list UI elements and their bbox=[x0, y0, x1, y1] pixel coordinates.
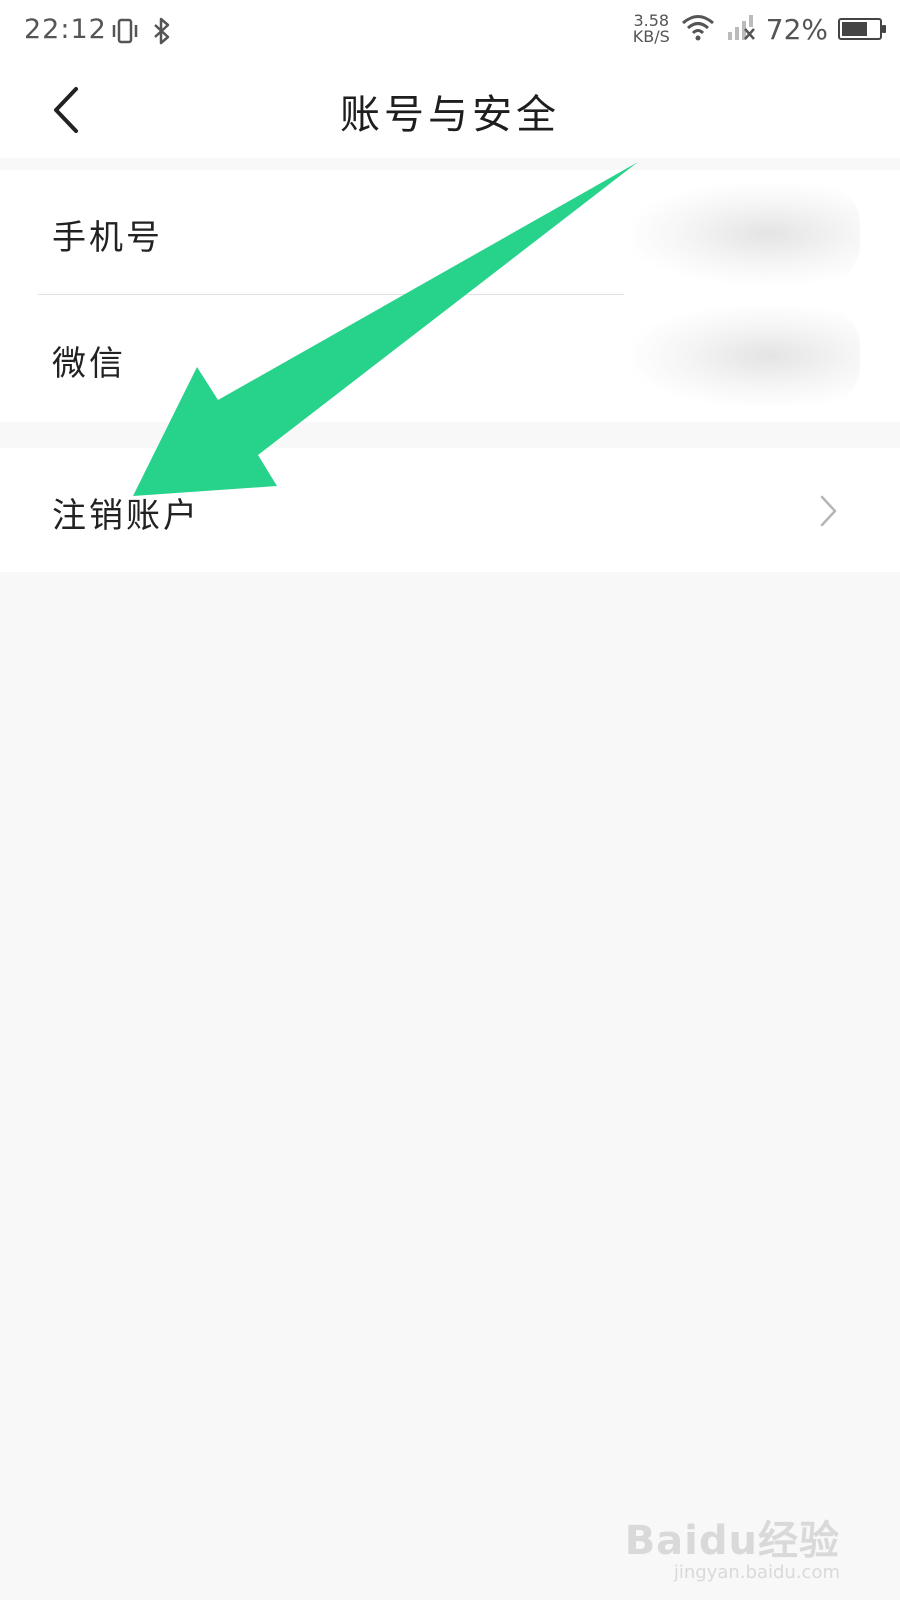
wifi-icon bbox=[680, 12, 716, 46]
settings-row-phone[interactable]: 手机号 bbox=[0, 170, 900, 294]
blurred-value bbox=[630, 184, 860, 284]
status-left-icons bbox=[110, 16, 174, 50]
status-bar: 22:12 3.58 KB/S 72% bbox=[0, 0, 900, 62]
watermark-brand: Baidu经验 bbox=[624, 1518, 840, 1564]
settings-group-bindings: 手机号 微信 bbox=[0, 170, 900, 422]
settings-row-wechat[interactable]: 微信 bbox=[0, 296, 900, 420]
network-speed-unit: KB/S bbox=[632, 27, 670, 46]
settings-row-cancel-account[interactable]: 注销账户 bbox=[0, 448, 900, 572]
settings-row-label: 微信 bbox=[52, 344, 126, 384]
network-speed: 3.58 KB/S bbox=[633, 13, 670, 45]
status-time: 22:12 bbox=[24, 14, 107, 45]
battery-fill bbox=[842, 22, 867, 36]
bluetooth-icon bbox=[150, 16, 174, 50]
chevron-right-icon bbox=[818, 494, 838, 532]
watermark: Baidu经验 jingyan.baidu.com bbox=[625, 1508, 840, 1583]
divider bbox=[38, 294, 624, 295]
status-right: 3.58 KB/S 72% bbox=[633, 12, 886, 46]
blurred-value bbox=[630, 306, 860, 406]
page-title: 账号与安全 bbox=[340, 92, 560, 138]
settings-group-account: 注销账户 bbox=[0, 448, 900, 572]
battery-percent: 72% bbox=[765, 12, 828, 46]
nav-bar: 账号与安全 bbox=[0, 62, 900, 158]
battery-icon bbox=[838, 18, 886, 40]
settings-row-label: 手机号 bbox=[52, 218, 163, 258]
vibrate-icon bbox=[110, 16, 140, 50]
signal-no-service-icon bbox=[726, 12, 756, 46]
settings-row-label: 注销账户 bbox=[52, 496, 200, 536]
